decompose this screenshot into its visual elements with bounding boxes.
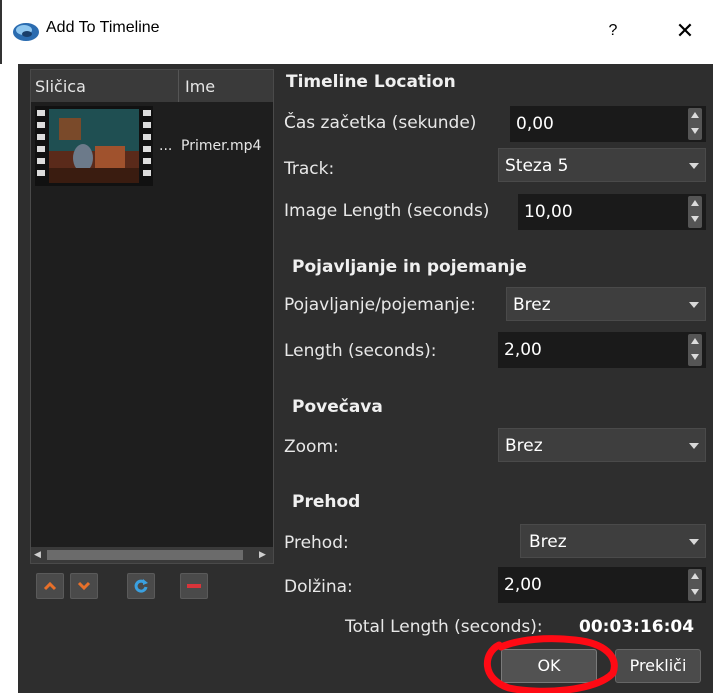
close-button[interactable]: ✕ [670, 16, 700, 46]
step-down-icon[interactable] [691, 589, 699, 595]
horizontal-scrollbar[interactable]: ◀ ▶ [31, 547, 273, 563]
column-header-name[interactable]: Ime [185, 77, 215, 96]
track-label: Track: [284, 159, 335, 179]
timeline-location-heading: Timeline Location [286, 72, 456, 92]
image-length-stepper[interactable] [688, 196, 702, 228]
step-up-icon[interactable] [691, 338, 699, 344]
step-up-icon[interactable] [691, 112, 699, 118]
transition-dropdown[interactable]: Brez [520, 524, 706, 558]
fade-length-stepper[interactable] [688, 334, 702, 366]
remove-button[interactable] [180, 573, 208, 599]
openshot-app-icon [13, 23, 39, 41]
track-value: Steza 5 [505, 156, 569, 176]
zoom-dropdown[interactable]: Brez [498, 428, 706, 462]
list-header: Sličica Ime [31, 70, 273, 102]
step-up-icon[interactable] [691, 573, 699, 579]
move-down-button[interactable] [70, 573, 98, 599]
file-name: Primer.mp4 [181, 138, 262, 154]
column-header-thumbnail[interactable]: Sličica [35, 77, 86, 96]
dialog-body: Sličica Ime ... Primer.mp4 ◀ ▶ Timeline … [18, 64, 713, 693]
total-length-value: 00:03:16:04 [579, 617, 695, 637]
zoom-heading: Povečava [292, 397, 383, 417]
cancel-button[interactable]: Prekliči [615, 649, 701, 683]
transition-label: Prehod: [284, 533, 349, 553]
ok-button[interactable]: OK [501, 649, 597, 683]
fade-length-spinbox[interactable]: 2,00 [498, 332, 706, 368]
step-up-icon[interactable] [691, 200, 699, 206]
title-bar: Add To Timeline ? ✕ [0, 0, 713, 64]
chevron-up-icon [43, 581, 57, 591]
move-up-button[interactable] [36, 573, 64, 599]
help-button[interactable]: ? [600, 18, 626, 44]
fade-dropdown[interactable]: Brez [506, 287, 706, 321]
shuffle-button[interactable] [127, 573, 155, 599]
transition-duration-label: Dolžina: [284, 577, 353, 597]
transition-duration-stepper[interactable] [688, 569, 702, 601]
image-length-label: Image Length (seconds) [284, 201, 490, 221]
step-down-icon[interactable] [691, 216, 699, 222]
scroll-left-icon[interactable]: ◀ [34, 550, 44, 560]
fade-length-value: 2,00 [504, 340, 542, 360]
scroll-right-icon[interactable]: ▶ [259, 550, 269, 560]
column-divider[interactable] [178, 70, 179, 102]
start-time-stepper[interactable] [688, 108, 702, 140]
image-length-value: 10,00 [524, 202, 573, 222]
start-time-label: Čas začetka (sekunde) [284, 113, 477, 133]
chevron-down-icon [689, 163, 699, 169]
transition-value: Brez [529, 532, 567, 552]
file-list[interactable]: Sličica Ime ... Primer.mp4 ◀ ▶ [30, 69, 274, 564]
transition-heading: Prehod [292, 492, 361, 512]
fade-label: Pojavljanje/pojemanje: [284, 295, 476, 315]
scrollbar-thumb[interactable] [47, 550, 243, 560]
transition-duration-value: 2,00 [504, 575, 542, 595]
step-down-icon[interactable] [691, 128, 699, 134]
track-dropdown[interactable]: Steza 5 [498, 148, 706, 182]
video-thumbnail [35, 106, 153, 186]
refresh-icon [134, 579, 148, 593]
zoom-value: Brez [505, 436, 543, 456]
chevron-down-icon [689, 302, 699, 308]
start-time-value: 0,00 [516, 114, 554, 134]
chevron-down-icon [689, 539, 699, 545]
chevron-down-icon [77, 581, 91, 591]
window-title: Add To Timeline [46, 19, 160, 36]
transition-duration-spinbox[interactable]: 2,00 [498, 567, 706, 603]
remove-icon [187, 584, 201, 588]
total-length-label: Total Length (seconds): [345, 617, 543, 637]
list-item[interactable]: ... Primer.mp4 [31, 104, 273, 188]
fade-heading: Pojavljanje in pojemanje [292, 257, 527, 277]
fade-value: Brez [513, 295, 551, 315]
fade-length-label: Length (seconds): [284, 341, 437, 361]
step-down-icon[interactable] [691, 354, 699, 360]
image-length-spinbox[interactable]: 10,00 [518, 194, 706, 230]
start-time-spinbox[interactable]: 0,00 [510, 106, 706, 142]
name-ellipsis: ... [159, 138, 173, 154]
zoom-label: Zoom: [284, 437, 339, 457]
chevron-down-icon [689, 443, 699, 449]
